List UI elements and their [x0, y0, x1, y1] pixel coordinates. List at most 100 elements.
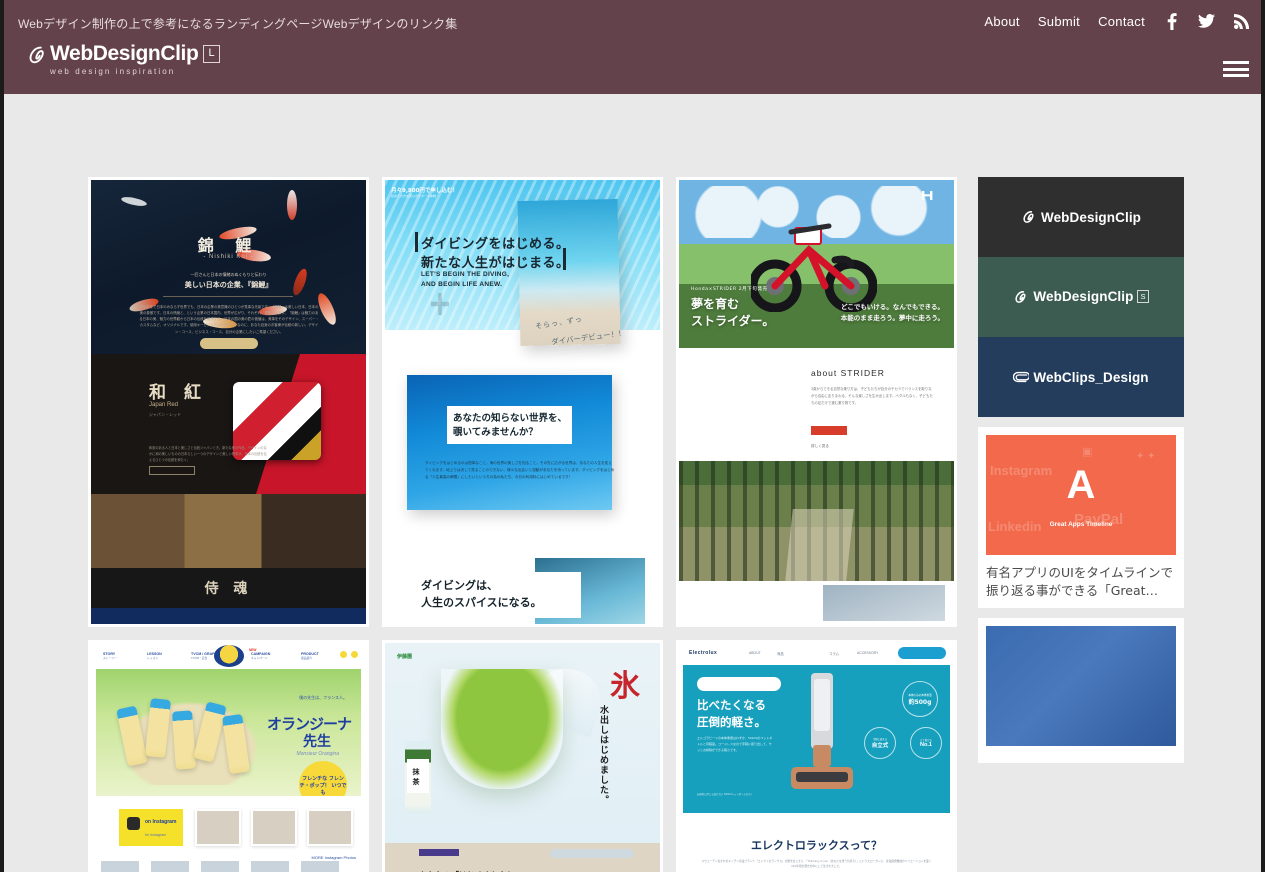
clip-screenshot: 月々9,800円で申し込む！ 初めての方も安心のサポート体制 ダイビングをはじめ…	[385, 180, 660, 624]
koi-hero-lead: 一匹さんと日本の情緒のぬくもりと伝わり	[190, 272, 267, 277]
strider-kicker: Honda×STRIDER 2月下旬発売	[691, 287, 768, 292]
instagram-thumb	[149, 859, 191, 872]
koi-section3-photo	[91, 494, 366, 568]
article-thumbnail	[986, 626, 1176, 747]
diving-subheading: LET'S BEGIN THE DIVING, AND BEGIN LIFE A…	[421, 271, 510, 288]
strider-about-link: 詳しく見る	[811, 444, 829, 448]
strider-bottom-photo	[823, 585, 945, 621]
diving-badge: 月々9,800円で申し込む！ 初めての方も安心のサポート体制	[391, 188, 458, 198]
orangina-campaign-badge: フレンチな フレンチ・ポップ！ いつでも	[299, 761, 347, 796]
honda-logo-icon	[922, 191, 933, 200]
site-logo[interactable]: WebDesignClip L web design inspiration	[26, 43, 220, 76]
orangina-nav: STORY ストーリー LESSON レッスン TVCM / GRAPHIC TVCM…	[91, 643, 366, 669]
ad-banner-webclips-design[interactable]: WebClips_Design	[978, 337, 1184, 417]
instagram-thumb	[307, 809, 353, 846]
koi-section2-body: 和風のある人と日本と美しさと伝統ジャパンとき。新たな美の作品。デザインのなかに和…	[149, 446, 267, 462]
ad-banner-webdesignclip-s[interactable]: WebDesignClip S	[978, 257, 1184, 337]
strider-about-title: about STRIDER	[811, 368, 885, 378]
ad-banner-label: WebDesignClip S	[1033, 289, 1149, 306]
webdesignclip-logo-icon	[26, 45, 46, 65]
electrolux-nav-accessory: ACCESSORY	[857, 651, 879, 655]
strider-forest-photo	[679, 461, 954, 581]
instagram-thumb	[249, 859, 291, 872]
koi-section2-sub2: ジャパン・レッド	[149, 412, 181, 417]
koi-hero-body: 千年前まで日本のみならず世界でも、日本の企業の美意識のひとつが見事な光景です。「…	[139, 305, 319, 334]
clip-card-electrolux[interactable]: Electrolux ABOUT 商品 コラム ACCESSORY 比べたくなる	[676, 640, 957, 872]
itoen-vertical-copy: 水出しはじめました。	[598, 705, 608, 805]
top-navigation: About Submit Contact	[984, 12, 1250, 30]
hamburger-menu-icon[interactable]	[1223, 58, 1251, 80]
diving-mid-heading: あなたの知らない世界を、 覗いてみませんか？	[453, 413, 568, 439]
strider-road	[785, 509, 854, 581]
webdesignclip-logo-icon	[1013, 290, 1027, 304]
strider-bottom-section	[679, 581, 954, 624]
itoen-brand-logo: 伊藤園	[397, 654, 413, 660]
electrolux-brand: Electrolux	[689, 650, 718, 656]
nav-link-about[interactable]: About	[984, 14, 1019, 29]
electrolux-stat-3: 立て掛けも No.1	[910, 727, 942, 759]
orangina-title-script: Monsieur Orangina	[296, 751, 339, 757]
strider-about-body: 3歳からできる自然な乗り方は、子どもたちが自分のチカラでバランスを取りながら自由…	[811, 387, 933, 405]
koi-section4: 侍 魂	[91, 568, 366, 608]
ad-banner-label: WebDesignClip	[1040, 209, 1142, 225]
electrolux-nav-product: 商品	[777, 652, 784, 656]
itoen-bottle: 抹茶	[405, 741, 431, 813]
orangina-instagram-sub: for Instagram	[145, 833, 167, 837]
sidebar-article-item[interactable]	[978, 618, 1184, 764]
koi-section2-sub: Japan Red	[149, 402, 179, 408]
ghost-logo: Instagram	[990, 463, 1053, 478]
electrolux-footnote: お掃除ロボにも負けない 500mlペットボトルなみ！	[697, 793, 754, 796]
koi-hero-heading2: 美しい日本の企業、『錦鯉』	[184, 281, 273, 289]
strider-heading: 夢を育む ストライダー。	[691, 297, 775, 329]
nav-link-contact[interactable]: Contact	[1098, 14, 1145, 29]
article-thumb-caption: Great Apps Timeline	[1049, 521, 1113, 529]
orangina-nav-lesson: LESSON レッスン	[147, 652, 162, 660]
twitter-icon[interactable]	[1198, 12, 1215, 30]
itoen-glass-photo	[441, 669, 563, 789]
ghost-logo: ✦ ✦	[1136, 451, 1156, 462]
rss-icon[interactable]	[1233, 12, 1250, 30]
koi-hero-heading: 錦 鯉	[197, 236, 260, 255]
hamburger-bar	[1223, 74, 1249, 77]
diving-bottom-heading: ダイビングは、 人生のスパイスになる。	[421, 579, 542, 609]
orangina-social-icons	[340, 651, 358, 658]
nav-link-submit[interactable]: Submit	[1038, 14, 1080, 29]
clip-card-diving[interactable]: 月々9,800円で申し込む！ 初めての方も安心のサポート体制 ダイビングをはじめ…	[382, 177, 663, 627]
instagram-icon	[127, 817, 140, 830]
itoen-kanji: 氷	[610, 669, 640, 704]
gallery-row: 錦 鯉 - Nishiki Koi - 一匹さんと日本の情緒のぬくもりと伝わり …	[88, 177, 964, 627]
hamburger-bar	[1223, 67, 1249, 71]
orangina-nav-campaign: CAMPAIGN キャンペーン	[251, 652, 271, 660]
page-content: 錦 鯉 - Nishiki Koi - 一匹さんと日本の情緒のぬくもりと伝わり …	[4, 94, 1261, 872]
facebook-icon[interactable]	[1163, 12, 1180, 30]
instagram-thumb	[199, 859, 241, 872]
sidebar-article-item[interactable]: Instagram ▣ ✦ ✦ Linkedin PayPal A Great …	[978, 427, 1184, 609]
strider-hero: Honda×STRIDER 2月下旬発売 夢を育む ストライダー。 どこでもいけ…	[679, 180, 954, 348]
orangina-instagram-thumbs	[195, 809, 353, 846]
article-thumbnail: Instagram ▣ ✦ ✦ Linkedin PayPal A Great …	[986, 435, 1176, 555]
orangina-new-badge: NEW	[249, 648, 257, 652]
itoen-panel-tag	[419, 849, 459, 856]
orangina-nav-story: STORY ストーリー	[103, 652, 117, 660]
gallery-row: STORY ストーリー LESSON レッスン TVCM / GRAPHIC TVCM…	[88, 640, 964, 872]
ad-banner-label: WebClips_Design	[1033, 369, 1149, 385]
clip-card-strider[interactable]: Honda×STRIDER 2月下旬発売 夢を育む ストライダー。 どこでもいけ…	[676, 177, 957, 627]
instagram-thumb	[99, 859, 141, 872]
webdesignclip-logo-icon	[1021, 210, 1035, 224]
clip-card-orangina[interactable]: STORY ストーリー LESSON レッスン TVCM / GRAPHIC TVCM…	[88, 640, 369, 872]
instagram-thumb	[299, 859, 341, 872]
koi-section5	[91, 608, 366, 624]
electrolux-cta-button	[898, 647, 946, 659]
electrolux-nav-column: コラム	[829, 652, 840, 656]
electrolux-stat-2: 手軽に使える 自立式	[864, 727, 896, 759]
ghost-logo: ▣	[1082, 446, 1093, 458]
sidebar-article-list: Instagram ▣ ✦ ✦ Linkedin PayPal A Great …	[978, 427, 1184, 764]
orangina-instagram-block: on Instagram for Instagram	[119, 809, 183, 846]
ad-banner-badge: S	[1137, 290, 1149, 304]
electrolux-about-title: エレクトロラックスって？	[750, 839, 883, 852]
itoen-campaign-panel: あなたの「はじめました！」 教えてくださいキャンペーン実施中！ 抽選で100名様…	[385, 843, 660, 872]
koi-section4-title: 侍 魂	[204, 581, 253, 597]
clip-card-koi[interactable]: 錦 鯉 - Nishiki Koi - 一匹さんと日本の情緒のぬくもりと伝わり …	[88, 177, 369, 627]
clip-card-itoen[interactable]: 伊藤園 氷 水出しはじめました。 抹茶	[382, 640, 663, 872]
ad-banner-webdesignclip[interactable]: WebDesignClip	[978, 177, 1184, 257]
